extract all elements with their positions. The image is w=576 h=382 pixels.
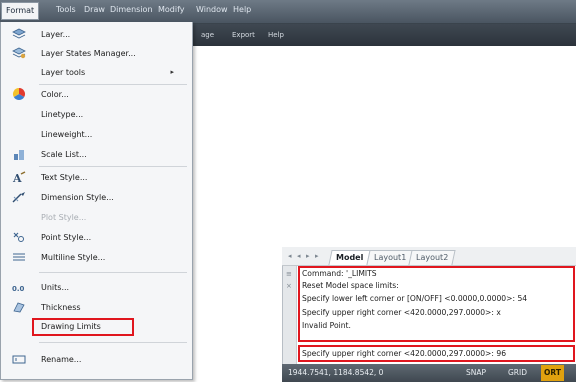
menu-modify[interactable]: Modify xyxy=(158,5,185,14)
first-tab-icon[interactable]: ◂ xyxy=(288,252,292,260)
ortho-toggle[interactable]: ORT xyxy=(541,365,564,381)
close-icon[interactable]: × xyxy=(286,282,292,290)
ribbon-tab-manage[interactable]: age xyxy=(201,31,214,39)
layer-states-icon xyxy=(11,47,27,61)
menu-separator xyxy=(39,342,187,343)
format-menu-dropdown: Layer... Layer States Manager... Layer t… xyxy=(0,22,193,380)
menu-item-color[interactable]: Color... xyxy=(1,87,192,104)
menu-item-lineweight[interactable]: Lineweight... xyxy=(1,127,192,144)
grid-toggle[interactable]: GRID xyxy=(508,368,527,377)
menu-separator xyxy=(39,166,187,167)
menu-item-scale-list[interactable]: Scale List... xyxy=(1,147,192,164)
layers-icon xyxy=(11,28,27,42)
snap-toggle[interactable]: SNAP xyxy=(466,368,486,377)
previous-tab-icon[interactable]: ◂ xyxy=(297,252,301,260)
menu-item-dimension-style[interactable]: Dimension Style... xyxy=(1,190,192,207)
coordinate-readout[interactable]: 1944.7541, 1184.8542, 0 xyxy=(288,368,383,377)
menu-item-text-style[interactable]: A Text Style... xyxy=(1,170,192,187)
menu-item-thickness[interactable]: Thickness xyxy=(1,300,192,317)
menu-separator xyxy=(39,84,187,85)
last-tab-icon[interactable]: ▸ xyxy=(315,252,319,260)
menu-item-point-style[interactable]: Point Style... xyxy=(1,230,192,247)
menu-window[interactable]: Window xyxy=(196,5,228,14)
menu-bar: Format Tools Draw Dimension Modify Windo… xyxy=(0,0,576,24)
menu-item-units[interactable]: 0.0 Units... xyxy=(1,280,192,297)
thickness-icon xyxy=(11,301,27,315)
submenu-arrow-icon: ▸ xyxy=(170,68,174,76)
svg-text:A: A xyxy=(12,172,22,183)
menu-dimension[interactable]: Dimension xyxy=(110,5,153,14)
ribbon-tab-help[interactable]: Help xyxy=(268,31,284,39)
multiline-style-icon xyxy=(11,251,27,265)
command-input-highlight-box xyxy=(298,345,575,362)
layout-tab-bar: ◂ ◂ ▸ ▸ Model Layout1 Layout2 xyxy=(282,247,576,266)
menu-item-layer-tools[interactable]: Layer tools ▸ xyxy=(1,65,192,82)
command-window[interactable]: ≡ × Command: '_LIMITS Reset Model space … xyxy=(282,266,576,364)
text-style-icon: A xyxy=(11,171,27,185)
tab-layout1[interactable]: Layout1 xyxy=(366,250,414,265)
menu-help[interactable]: Help xyxy=(233,5,251,14)
svg-text:0.0: 0.0 xyxy=(12,285,25,293)
menu-draw[interactable]: Draw xyxy=(84,5,105,14)
menu-item-layer-states-manager[interactable]: Layer States Manager... xyxy=(1,46,192,63)
menu-item-plot-style: Plot Style... xyxy=(41,213,87,222)
dimension-style-icon xyxy=(11,191,27,205)
menu-item-linetype[interactable]: Linetype... xyxy=(1,107,192,124)
status-bar: 1944.7541, 1184.8542, 0 SNAP GRID ORT xyxy=(282,364,576,382)
menu-item-rename[interactable]: Rename... xyxy=(1,352,192,369)
point-style-icon xyxy=(11,231,27,245)
autocad-window: Format Tools Draw Dimension Modify Windo… xyxy=(0,0,576,382)
drawing-limits-highlight-box xyxy=(32,318,134,336)
units-icon: 0.0 xyxy=(11,281,27,295)
menu-tools[interactable]: Tools xyxy=(56,5,76,14)
command-window-gutter: ≡ × xyxy=(283,266,297,364)
tab-model[interactable]: Model xyxy=(328,250,371,265)
ribbon-tab-export[interactable]: Export xyxy=(232,31,255,39)
color-wheel-icon xyxy=(11,88,27,102)
next-tab-icon[interactable]: ▸ xyxy=(306,252,310,260)
menu-item-multiline-style[interactable]: Multiline Style... xyxy=(1,250,192,267)
menu-separator xyxy=(39,272,187,273)
rename-icon xyxy=(11,353,27,367)
command-history-highlight-box xyxy=(298,266,575,342)
scale-list-icon xyxy=(11,148,27,162)
menu-format[interactable]: Format xyxy=(1,2,40,20)
command-grip-icon[interactable]: ≡ xyxy=(286,270,292,278)
tab-layout2[interactable]: Layout2 xyxy=(408,250,456,265)
menu-item-layer[interactable]: Layer... xyxy=(1,27,192,44)
